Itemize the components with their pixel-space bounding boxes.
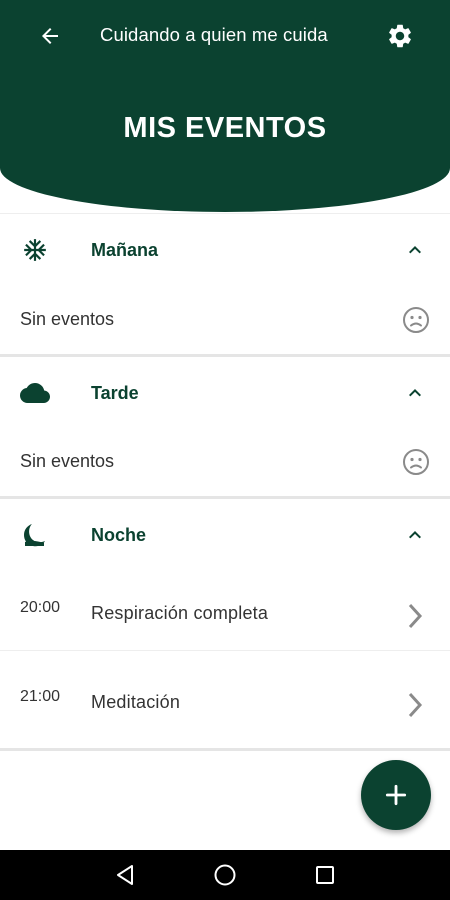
section-label-noche: Noche	[91, 525, 147, 545]
nav-recents-button[interactable]	[312, 862, 338, 888]
gear-icon	[389, 24, 411, 48]
header: Cuidando a quien me cuida MIS EVENTOS	[0, 0, 450, 212]
event-time: 21:00	[20, 688, 61, 705]
arrow-left-icon	[42, 28, 58, 44]
plus-icon	[385, 784, 407, 806]
cloud-icon	[20, 379, 50, 407]
chevron-up-icon[interactable]	[402, 238, 428, 262]
chevron-up-icon[interactable]	[402, 381, 428, 405]
event-row[interactable]: 21:00 Meditación	[0, 660, 450, 749]
section-label-manana: Mañana	[91, 240, 159, 260]
chevron-right-icon	[408, 603, 423, 629]
section-label-tarde: Tarde	[91, 383, 139, 403]
snowflake-icon	[20, 236, 50, 264]
settings-button[interactable]	[384, 20, 416, 52]
event-row[interactable]: 20:00 Respiración completa	[0, 571, 450, 660]
empty-text: Sin eventos	[20, 309, 115, 329]
nav-back-button[interactable]	[112, 862, 138, 888]
event-name: Meditación	[91, 692, 181, 712]
event-name: Respiración completa	[91, 603, 269, 623]
moon-icon	[20, 521, 50, 549]
top-bar: Cuidando a quien me cuida	[0, 0, 450, 72]
nav-home-circle-icon	[214, 864, 236, 886]
app-title: Cuidando a quien me cuida	[100, 24, 328, 45]
sad-face-icon	[403, 307, 429, 333]
nav-recents-square-icon	[316, 866, 334, 884]
event-time: 20:00	[20, 599, 61, 616]
divider	[0, 650, 450, 651]
section-header-noche[interactable]: Noche	[0, 499, 450, 571]
chevron-up-icon[interactable]	[402, 523, 428, 547]
chevron-right-icon	[408, 692, 423, 718]
empty-text: Sin eventos	[20, 451, 115, 471]
sad-face-icon	[403, 449, 429, 475]
page-title: MIS EVENTOS	[123, 112, 327, 144]
back-button[interactable]	[34, 20, 66, 52]
empty-row-tarde: Sin eventos	[0, 427, 450, 497]
section-header-manana[interactable]: Mañana	[0, 214, 450, 286]
nav-back-triangle-icon	[117, 865, 133, 885]
add-event-button[interactable]	[361, 760, 431, 830]
section-header-tarde[interactable]: Tarde	[0, 357, 450, 429]
nav-home-button[interactable]	[212, 862, 238, 888]
system-nav-bar	[0, 850, 450, 900]
empty-row-manana: Sin eventos	[0, 285, 450, 355]
section-divider	[0, 748, 450, 751]
